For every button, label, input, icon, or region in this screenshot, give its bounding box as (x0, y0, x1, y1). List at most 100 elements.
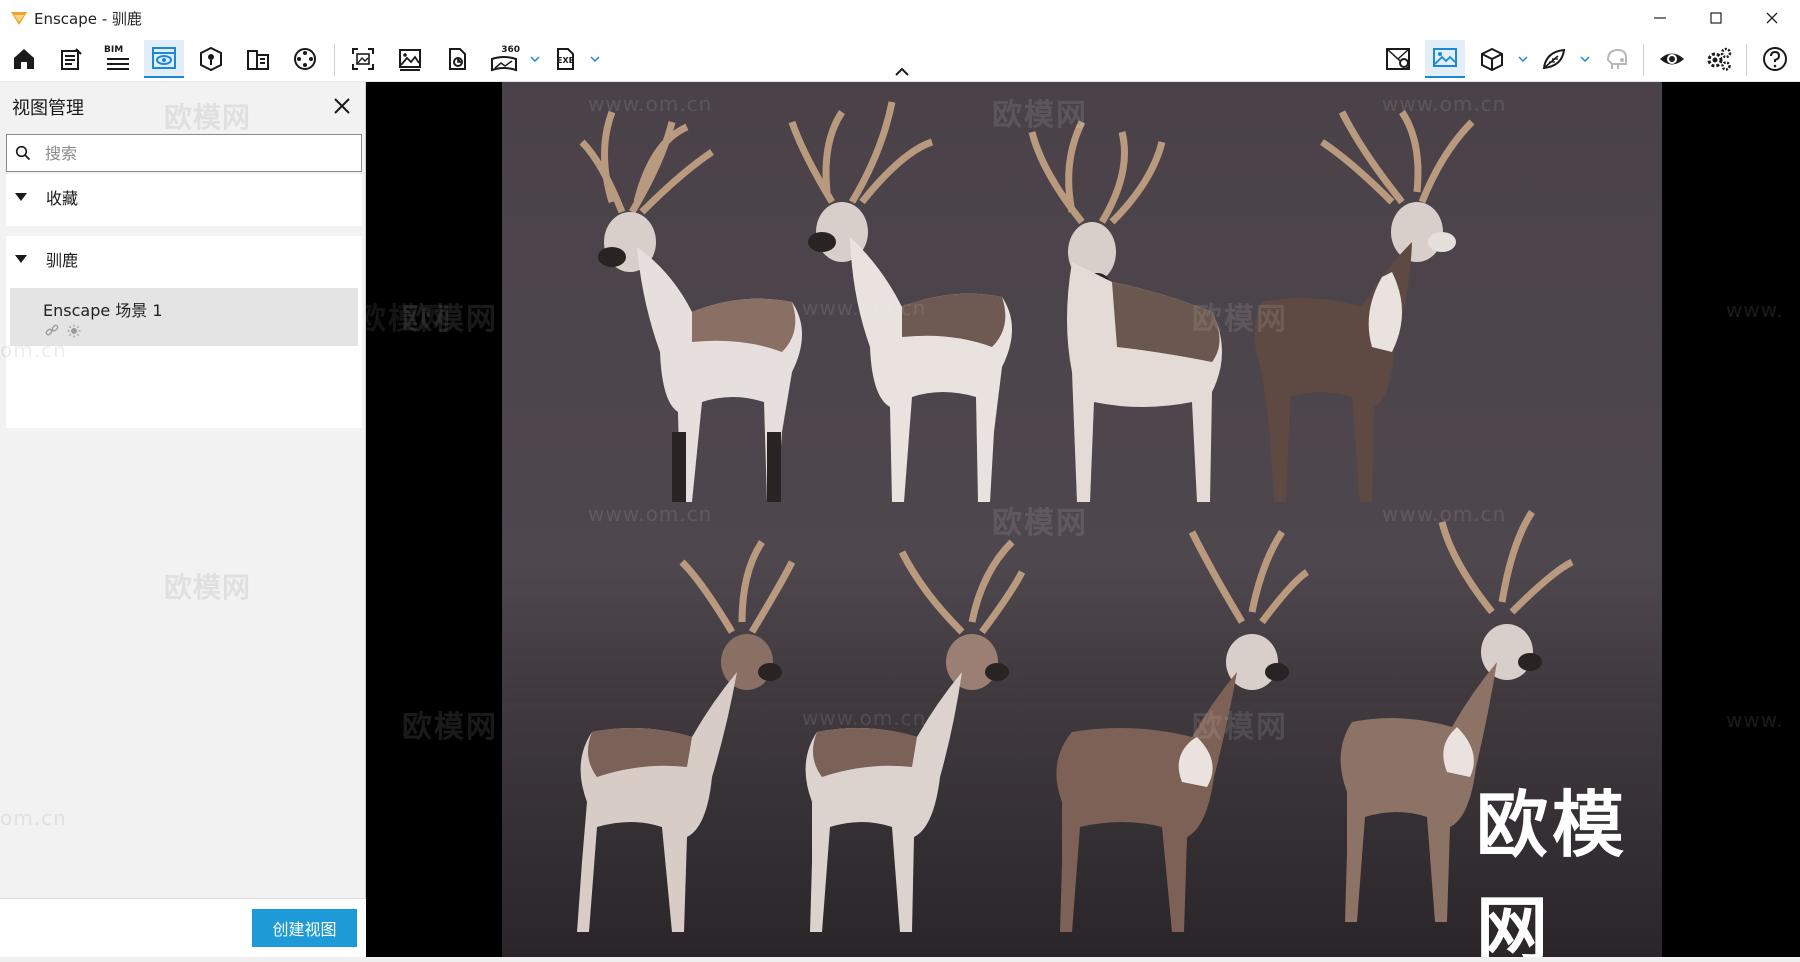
visual-settings-button[interactable] (1425, 40, 1465, 78)
watermark-logo: 欧模网 (992, 506, 1088, 541)
window-controls (1632, 0, 1800, 36)
link-icon (45, 324, 59, 336)
view-name: Enscape 场景 1 (43, 301, 163, 320)
chevron-down-icon (1580, 56, 1590, 62)
watermark-url: www.om.cn (802, 706, 927, 730)
material-dropdown-button[interactable] (1578, 50, 1592, 68)
panel-footer: 创建视图 (0, 898, 366, 957)
panorama-button[interactable]: 360 (484, 40, 524, 78)
minimize-icon (1654, 17, 1666, 19)
watermark-url: om.cn (0, 806, 67, 830)
asset-library-button[interactable] (238, 40, 278, 78)
help-icon (1763, 47, 1787, 71)
bim-list-icon (107, 57, 129, 70)
notes-icon (61, 48, 82, 70)
chevron-down-icon (15, 193, 27, 201)
vr-headset-button[interactable] (1596, 40, 1636, 78)
site-context-button[interactable] (191, 40, 231, 78)
overlay-logo-text: 欧模网 (1476, 783, 1629, 957)
visual-settings-icon (1433, 48, 1457, 67)
material-editor-button[interactable] (1534, 40, 1574, 78)
eye-icon (1660, 53, 1684, 65)
sun-icon (67, 324, 81, 338)
reindeer-section-label: 驯鹿 (46, 251, 79, 270)
watermark-url: om.cn (0, 338, 67, 362)
watermark-logo: 欧模网 (1192, 710, 1288, 745)
watermark-url: www.om.cn (1382, 502, 1507, 526)
home-button[interactable] (4, 40, 44, 78)
chevron-down-icon (15, 255, 27, 263)
render-viewport[interactable]: www.om.cn 欧模网 www.om.cn 欧模网 www.om.cn 欧模… (366, 82, 1800, 957)
settings-button[interactable] (1699, 40, 1739, 78)
reindeer-figure (805, 539, 1026, 932)
watermark-url: www.om.cn (802, 296, 927, 320)
chevron-down-icon (1518, 56, 1528, 62)
chevron-down-icon (530, 56, 540, 62)
watermark-logo: 欧模网 (992, 98, 1088, 133)
title-bar: Enscape - 驯鹿 (0, 0, 1800, 36)
watermark-url: www.om.cn (588, 502, 713, 526)
maximize-icon (1710, 12, 1722, 24)
search-input[interactable] (45, 143, 335, 163)
panorama-dropdown-button[interactable] (528, 50, 542, 68)
panel-title: 视图管理 (12, 98, 84, 119)
view-mode-button[interactable] (1472, 40, 1512, 78)
batch-render-button[interactable] (390, 40, 430, 78)
screenshot-button[interactable] (343, 40, 383, 78)
create-view-button[interactable]: 创建视图 (252, 909, 357, 947)
file-export-icon (449, 48, 466, 70)
panorama-icon (491, 55, 517, 71)
building-icon (247, 50, 269, 70)
watermark-logo: 欧模网 (366, 302, 452, 337)
bim-label: BIM (104, 44, 124, 55)
enscape-logo-icon (11, 12, 27, 25)
minimize-button[interactable] (1632, 0, 1688, 36)
home-icon (14, 49, 34, 69)
vr-headset-icon (1606, 48, 1627, 69)
video-editor-button[interactable] (285, 40, 325, 78)
bim-button[interactable]: BIM (98, 40, 138, 78)
leaf-icon (1542, 48, 1566, 70)
view-management-button[interactable] (144, 40, 184, 78)
film-reel-icon (294, 48, 316, 70)
watermark-url: www.om.cn (588, 92, 713, 116)
watermark-url: www. (1726, 708, 1784, 732)
map-pin-icon (1386, 48, 1410, 70)
collapse-toolbar-icon[interactable] (892, 66, 912, 78)
screenshot-icon (352, 48, 374, 70)
chevron-down-icon (590, 56, 600, 62)
watermark-url: www.om.cn (1382, 92, 1507, 116)
image-icon (399, 49, 421, 71)
export-file-button[interactable] (437, 40, 477, 78)
view-management-panel: 视图管理 收藏 驯鹿 Enscape 场景 1 欧模网 om.cn 欧模网 om… (0, 82, 366, 957)
exe-label: EXE (557, 56, 575, 65)
close-icon (1766, 12, 1778, 24)
view-item-icons (45, 324, 81, 338)
favorites-section-header[interactable]: 收藏 (6, 174, 362, 220)
favorites-section: 收藏 (6, 174, 362, 226)
watermark-logo: 欧模网 (402, 710, 498, 745)
window-bottom-edge (0, 957, 1800, 962)
search-box (6, 134, 362, 172)
map-view-button[interactable] (1378, 40, 1418, 78)
map-pin-icon (200, 46, 222, 72)
watermark-logo: 欧模网 (164, 101, 252, 134)
rendered-scene: www.om.cn 欧模网 www.om.cn 欧模网 www.om.cn 欧模… (402, 82, 1662, 957)
reindeer-section-header[interactable]: 驯鹿 (6, 236, 362, 282)
view-management-icon (152, 47, 176, 69)
close-window-button[interactable] (1744, 0, 1800, 36)
gear-icon (1707, 47, 1732, 71)
toolbar-separator (1746, 44, 1747, 76)
standalone-export-button[interactable]: EXE (546, 40, 586, 78)
maximize-button[interactable] (1688, 0, 1744, 36)
visibility-button[interactable] (1652, 40, 1692, 78)
cube-icon (1481, 47, 1503, 72)
export-dropdown-button[interactable] (588, 50, 602, 68)
panorama-label: 360 (501, 44, 520, 55)
view-mode-dropdown-button[interactable] (1516, 50, 1530, 68)
close-panel-icon[interactable] (330, 94, 354, 118)
help-button[interactable] (1755, 40, 1795, 78)
search-icon (15, 145, 31, 161)
notes-button[interactable] (51, 40, 91, 78)
toolbar-separator (334, 44, 335, 76)
